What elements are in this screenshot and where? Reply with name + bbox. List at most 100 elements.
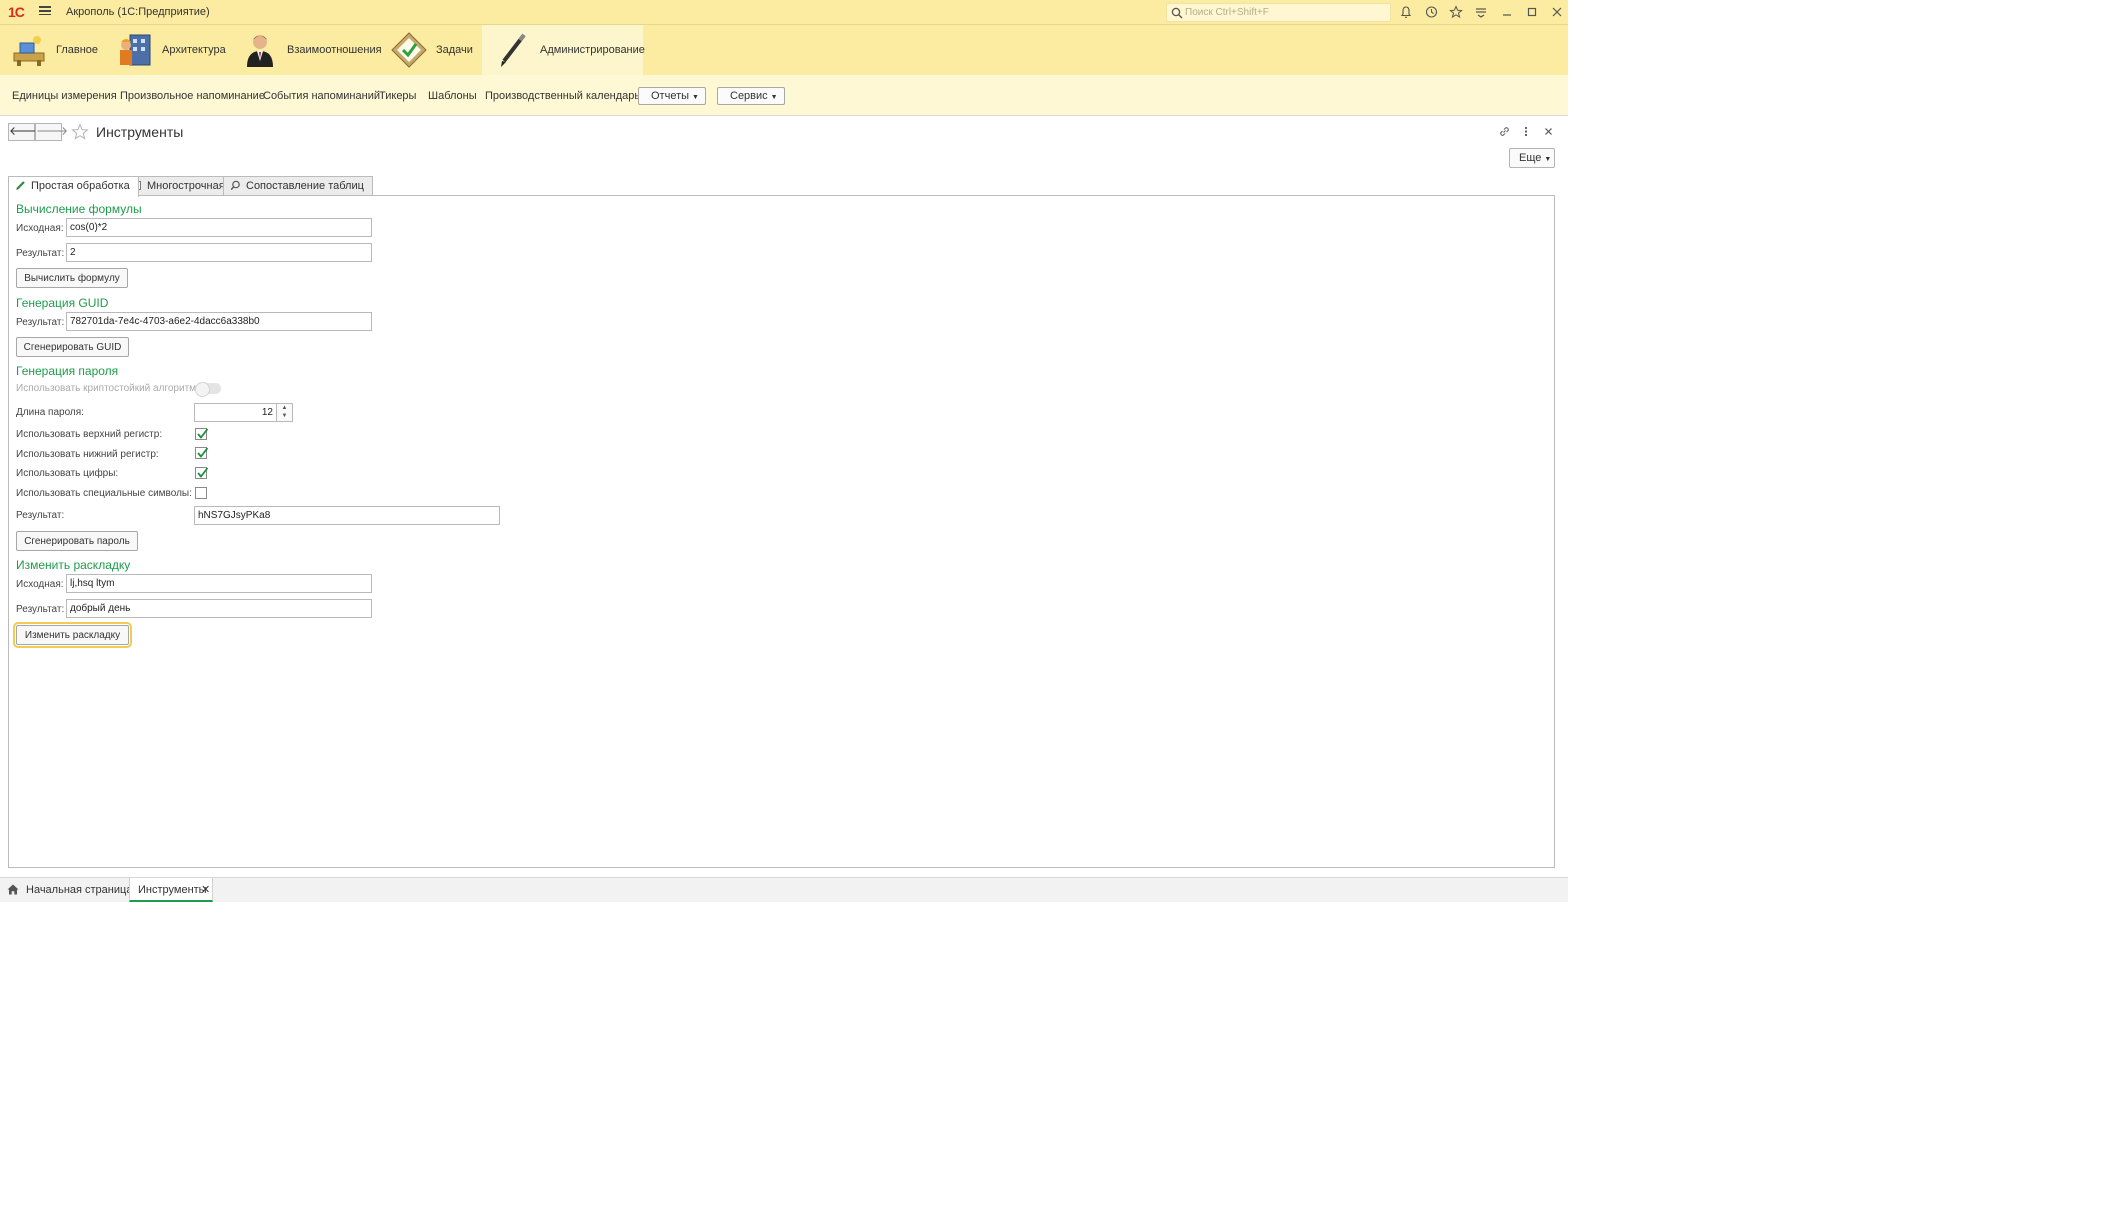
section-label: Задачи — [436, 44, 473, 56]
search-icon — [1171, 7, 1183, 19]
section-tasks[interactable]: Задачи — [390, 25, 473, 75]
lowercase-label: Использовать нижний регистр: — [16, 449, 159, 460]
service-label: Сервис — [730, 90, 768, 102]
tab-label: Сопоставление таблиц — [246, 180, 364, 192]
link-icon[interactable] — [1498, 125, 1511, 138]
formula-source-input[interactable]: cos(0)*2 — [66, 218, 372, 237]
change-layout-button[interactable]: Изменить раскладку — [13, 622, 132, 648]
password-result-label: Результат: — [16, 510, 65, 521]
guid-result-label: Результат: — [16, 317, 65, 328]
cmd-templates[interactable]: Шаблоны — [428, 90, 477, 102]
tab-tools-active[interactable]: Инструменты ✕ — [129, 878, 213, 902]
section-label: Архитектура — [162, 44, 226, 56]
generate-password-button[interactable]: Сгенерировать пароль — [16, 531, 138, 551]
cmd-production-calendar[interactable]: Производственный календарь — [485, 90, 640, 102]
minimize-icon[interactable] — [1500, 5, 1514, 19]
bell-icon[interactable] — [1399, 5, 1413, 19]
password-result-input[interactable]: hNS7GJsyPKa8 — [194, 506, 500, 525]
checkmark-icon — [197, 428, 209, 439]
special-chars-checkbox[interactable] — [195, 487, 207, 499]
special-chars-label: Использовать специальные символы: — [16, 488, 192, 499]
section-main[interactable]: Главное — [10, 25, 98, 75]
close-form-icon[interactable] — [1543, 126, 1554, 137]
layout-source-label: Исходная: — [16, 579, 64, 590]
cmd-tickers[interactable]: Тикеры — [379, 90, 416, 102]
pen-icon — [501, 33, 526, 67]
layout-group-title: Изменить раскладку — [16, 558, 131, 572]
home-icon[interactable] — [7, 884, 19, 895]
cmd-custom-reminder[interactable]: Произвольное напоминание — [120, 90, 265, 102]
close-tab-icon[interactable]: ✕ — [201, 883, 210, 896]
home-desk-icon — [13, 36, 45, 66]
cmd-reminder-events[interactable]: События напоминаний — [263, 90, 380, 102]
tab-home-page[interactable]: Начальная страница — [26, 878, 132, 902]
tab-simple-processing[interactable]: Простая обработка — [8, 176, 139, 197]
calculate-formula-button[interactable]: Вычислить формулу — [16, 268, 128, 288]
sections-panel: Главное Архитектура Взаимоотношения Зада… — [0, 25, 1568, 75]
layout-result-input[interactable]: добрый день — [66, 599, 372, 618]
maximize-icon[interactable] — [1525, 5, 1539, 19]
tab-table-comparison[interactable]: Сопоставление таблиц — [223, 176, 373, 196]
settings-menu-icon[interactable] — [1474, 5, 1488, 19]
tab-multiline[interactable]: Многострочная — [124, 176, 234, 196]
history-icon[interactable] — [1424, 5, 1438, 19]
length-stepper[interactable]: ▲ ▼ — [277, 403, 293, 422]
more-button[interactable]: Еще ▼ — [1509, 148, 1555, 168]
search-placeholder: Поиск Ctrl+Shift+F — [1185, 7, 1269, 18]
checkmark-icon — [197, 447, 209, 458]
app-title: Акрополь (1С:Предприятие) — [66, 6, 210, 18]
person-icon — [247, 35, 273, 67]
digits-label: Использовать цифры: — [16, 468, 119, 479]
tab-label: Простая обработка — [31, 180, 130, 192]
favorite-star-icon[interactable] — [71, 123, 89, 141]
reports-label: Отчеты — [651, 90, 690, 102]
more-label: Еще — [1519, 152, 1542, 164]
formula-source-label: Исходная: — [16, 223, 64, 234]
task-board-icon — [391, 32, 427, 68]
tab-panel — [8, 195, 1555, 868]
section-administration[interactable]: Администрирование — [494, 25, 645, 75]
digits-checkbox[interactable] — [195, 467, 209, 479]
formula-group-title: Вычисление формулы — [16, 202, 142, 216]
section-label: Взаимоотношения — [287, 44, 382, 56]
section-relationships[interactable]: Взаимоотношения — [241, 25, 382, 75]
guid-group-title: Генерация GUID — [16, 296, 109, 310]
section-label: Администрирование — [540, 44, 645, 56]
checkmark-icon — [197, 467, 209, 478]
uppercase-checkbox[interactable] — [195, 428, 209, 440]
commands-bar: Единицы измерения Произвольное напоминан… — [0, 75, 1568, 116]
stepper-down-icon[interactable]: ▼ — [277, 412, 292, 420]
layout-source-input[interactable]: lj,hsq ltym — [66, 574, 372, 593]
section-architecture[interactable]: Архитектура — [116, 25, 226, 75]
search-input[interactable]: Поиск Ctrl+Shift+F — [1166, 3, 1391, 22]
layout-result-label: Результат: — [16, 604, 65, 615]
active-tab-label: Инструменты — [138, 884, 207, 896]
more-actions-icon[interactable] — [1521, 125, 1531, 138]
formula-result-input[interactable]: 2 — [66, 243, 372, 262]
hamburger-menu-icon[interactable] — [39, 4, 51, 16]
forward-button[interactable]: 🡒 — [35, 123, 68, 141]
close-window-icon[interactable] — [1550, 5, 1564, 19]
lowercase-checkbox[interactable] — [195, 447, 209, 459]
formula-result-label: Результат: — [16, 248, 65, 259]
building-worker-icon — [120, 34, 151, 66]
magnifier-icon — [230, 180, 240, 191]
arrow-right-icon: 🡒 — [36, 124, 69, 138]
form-title: Инструменты — [96, 124, 184, 140]
back-button[interactable]: 🡐 — [8, 123, 41, 141]
password-length-input[interactable]: 12 — [194, 403, 277, 422]
crypto-toggle[interactable] — [195, 382, 221, 397]
chevron-down-icon: ▼ — [692, 94, 699, 101]
password-length-label: Длина пароля: — [16, 407, 84, 418]
cmd-units[interactable]: Единицы измерения — [12, 90, 117, 102]
crypto-label: Использовать криптостойкий алгоритм: — [16, 383, 199, 394]
uppercase-label: Использовать верхний регистр: — [16, 429, 163, 440]
stepper-up-icon[interactable]: ▲ — [277, 404, 292, 412]
1c-logo: 1С — [8, 4, 25, 20]
generate-guid-button[interactable]: Сгенерировать GUID — [16, 337, 129, 357]
guid-result-input[interactable]: 782701da-7e4c-4703-a6e2-4dacc6a338b0 — [66, 312, 372, 331]
favorites-star-icon[interactable] — [1449, 5, 1463, 19]
reports-dropdown-button[interactable]: Отчеты ▼ — [638, 87, 706, 105]
service-dropdown-button[interactable]: Сервис ▼ — [717, 87, 785, 105]
section-label: Главное — [56, 44, 99, 56]
